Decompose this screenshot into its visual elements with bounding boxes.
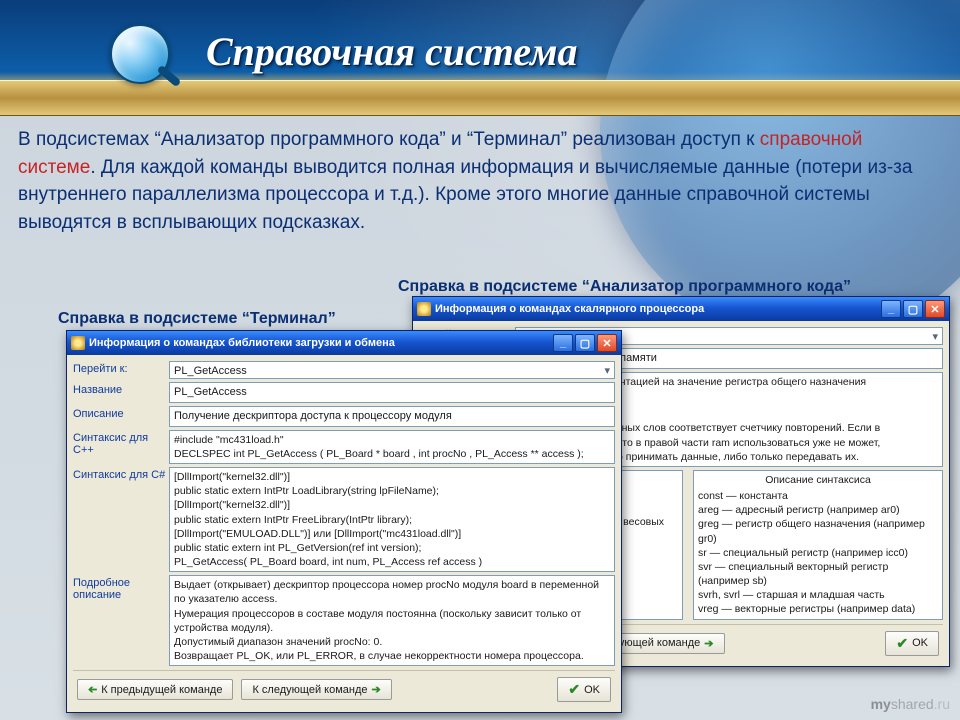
titlebar[interactable]: Информация о командах скалярного процесс…: [413, 297, 949, 321]
chevron-down-icon: ▾: [932, 330, 938, 345]
ok-button[interactable]: ✔OK: [885, 631, 939, 656]
minimize-button[interactable]: _: [553, 334, 573, 352]
window-title: Информация о командах библиотеки загрузк…: [89, 337, 395, 349]
gold-swoosh: [0, 80, 960, 116]
goto-combobox[interactable]: PL_GetAccess ▾: [169, 361, 615, 379]
caption-terminal: Справка в подсистеме “Терминал”: [58, 310, 336, 328]
detail-field: Выдает (открывает) дескриптор процессора…: [169, 575, 615, 666]
check-icon: ✔: [568, 681, 580, 698]
close-button[interactable]: ✕: [925, 300, 945, 318]
chevron-down-icon: ▾: [604, 364, 610, 379]
name-field: PL_GetAccess: [169, 382, 615, 403]
label-name: Название: [73, 382, 169, 396]
close-button[interactable]: ✕: [597, 334, 617, 352]
window-terminal-help: Информация о командах библиотеки загрузк…: [66, 330, 622, 713]
window-title: Информация о командах скалярного процесс…: [435, 303, 704, 315]
arrow-left-icon: ➔: [88, 683, 97, 696]
minimize-button[interactable]: _: [881, 300, 901, 318]
caption-analyzer: Справка в подсистеме “Анализатор програм…: [398, 278, 851, 296]
para-text-2: . Для каждой команды выводится полная ин…: [18, 157, 912, 233]
slide-paragraph: В подсистемах “Анализатор программного к…: [18, 126, 942, 236]
desc-field: Получение дескриптора доступа к процессо…: [169, 406, 615, 427]
label-cpp: Синтаксис для С++: [73, 430, 169, 456]
ok-button[interactable]: ✔OK: [557, 677, 611, 702]
cs-field: [DllImport("kernel32.dll")] public stati…: [169, 467, 615, 572]
app-icon: [417, 302, 431, 316]
watermark: myshared.ru: [871, 696, 950, 712]
para-text-1: В подсистемах “Анализатор программного к…: [18, 129, 760, 150]
label-cs: Синтаксис для С#: [73, 467, 169, 481]
label-detail: Подробное описание: [73, 575, 169, 601]
titlebar[interactable]: Информация о командах библиотеки загрузк…: [67, 331, 621, 355]
label-desc: Описание: [73, 406, 169, 420]
prev-command-button[interactable]: ➔К предыдущей команде: [77, 679, 233, 700]
syntax-legend: Описание синтаксиса const — константа ar…: [693, 470, 943, 620]
maximize-button[interactable]: ▢: [903, 300, 923, 318]
arrow-right-icon: ➔: [372, 683, 381, 696]
label-goto: Перейти к:: [73, 361, 169, 375]
maximize-button[interactable]: ▢: [575, 334, 595, 352]
magnifier-icon: [110, 24, 170, 84]
next-command-button[interactable]: К следующей команде➔: [241, 679, 391, 700]
check-icon: ✔: [896, 635, 908, 652]
app-icon: [71, 336, 85, 350]
arrow-right-icon: ➔: [704, 637, 713, 650]
cpp-field: #include "mc431load.h" DECLSPEC int PL_G…: [169, 430, 615, 464]
slide-title: Справочная система: [206, 28, 578, 75]
